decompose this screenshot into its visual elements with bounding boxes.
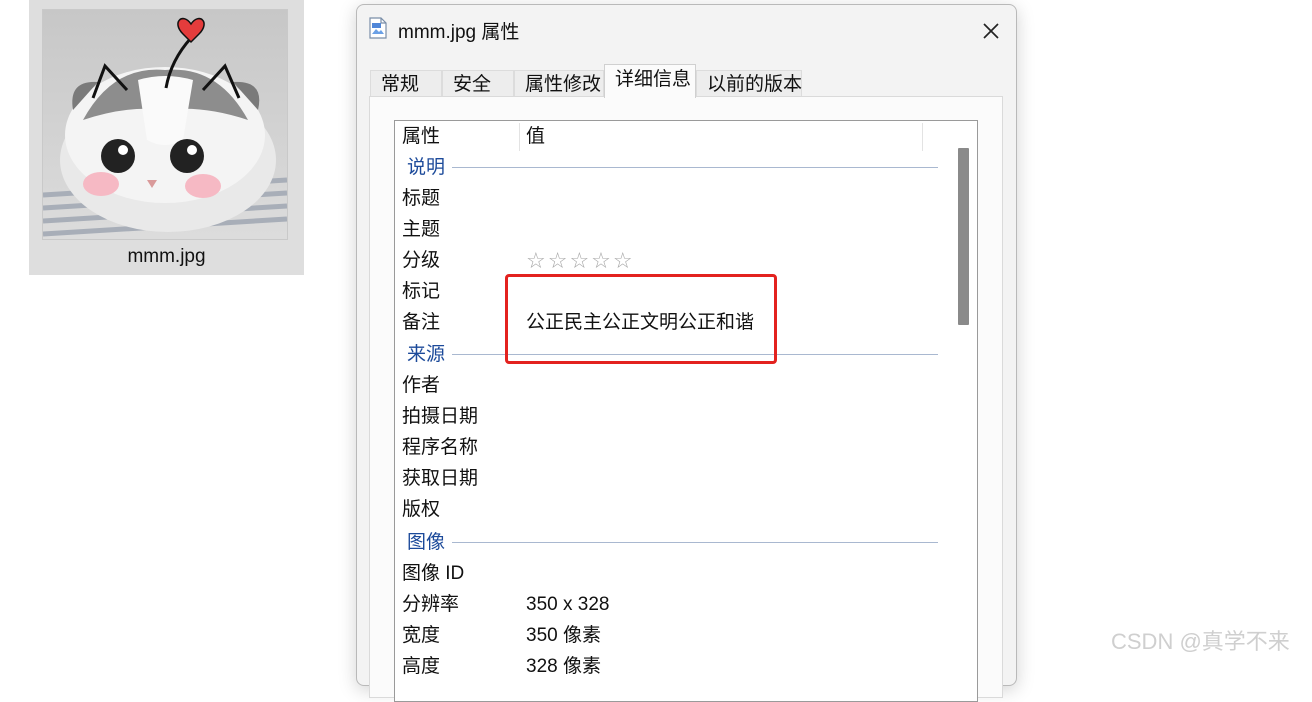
dialog-title: mmm.jpg 属性 [398,22,520,43]
property-name: 备注 [402,312,441,333]
column-header-property[interactable]: 属性 [402,121,440,152]
property-name: 标记 [402,281,441,302]
list-item-height[interactable]: 高度 328 像素 [395,651,955,682]
list-header: 属性 值 [395,121,977,152]
file-name-label: mmm.jpg [127,246,206,267]
tab-attribute-changer[interactable]: 属性修改 [514,70,604,98]
list-item-author[interactable]: 作者 [395,370,955,401]
list-item-date-taken[interactable]: 拍摄日期 [395,401,955,432]
star-rating-icon[interactable]: ☆☆☆☆☆ [526,245,635,276]
watermark: CSDN @真学不来 [1111,629,1290,654]
group-divider [452,167,938,168]
cat-image-thumbnail [42,9,288,240]
tab-security[interactable]: 安全 [442,70,514,98]
group-header-description: 说明 [395,152,955,183]
property-value: 350 像素 [526,625,601,646]
group-divider [452,542,938,543]
property-name: 高度 [402,656,441,677]
column-header-value[interactable]: 值 [526,121,545,152]
details-panel: 属性 值 说明 标题 主题 分级 ☆☆☆☆☆ 标记 备注 公正民主公正文明公正和… [369,96,1003,702]
group-label: 图像 [407,527,450,558]
property-name: 图像 ID [402,563,465,584]
group-label: 来源 [407,339,450,370]
property-name: 分辨率 [402,594,460,615]
file-tile[interactable]: mmm.jpg [29,0,304,275]
property-name: 主题 [402,219,441,240]
group-label: 说明 [407,152,450,183]
list-item-copyright[interactable]: 版权 [395,494,955,525]
close-icon [983,23,999,39]
list-item-date-acquired[interactable]: 获取日期 [395,463,955,494]
property-name: 宽度 [402,625,441,646]
property-name: 版权 [402,499,441,520]
property-name: 作者 [402,375,441,396]
vertical-scrollbar[interactable] [955,121,976,701]
tab-general[interactable]: 常规 [370,70,442,98]
property-name: 标题 [402,188,441,209]
dialog-titlebar[interactable]: mmm.jpg 属性 [357,5,1016,51]
list-item-dimensions[interactable]: 分辨率 350 x 328 [395,589,955,620]
list-item-title[interactable]: 标题 [395,183,955,214]
column-divider[interactable] [519,123,520,151]
property-name: 分级 [402,250,441,271]
tab-previous-versions[interactable]: 以前的版本 [696,70,802,98]
list-item-subject[interactable]: 主题 [395,214,955,245]
property-name: 拍摄日期 [402,406,479,427]
scrollbar-thumb[interactable] [958,148,969,325]
list-item-program-name[interactable]: 程序名称 [395,432,955,463]
list-item-image-id[interactable]: 图像 ID [395,558,955,589]
group-header-image: 图像 [395,527,955,558]
column-divider[interactable] [922,123,923,151]
list-item-rating[interactable]: 分级 ☆☆☆☆☆ [395,245,955,276]
property-value: 350 x 328 [526,594,610,615]
details-list[interactable]: 属性 值 说明 标题 主题 分级 ☆☆☆☆☆ 标记 备注 公正民主公正文明公正和… [394,120,978,702]
annotation-highlight-box [505,274,777,364]
property-name: 获取日期 [402,468,479,489]
list-item-width[interactable]: 宽度 350 像素 [395,620,955,651]
image-file-icon [369,17,387,39]
property-name: 程序名称 [402,437,479,458]
tab-details[interactable]: 详细信息 [604,64,696,98]
property-value: 328 像素 [526,656,601,677]
close-button[interactable] [967,11,1015,51]
